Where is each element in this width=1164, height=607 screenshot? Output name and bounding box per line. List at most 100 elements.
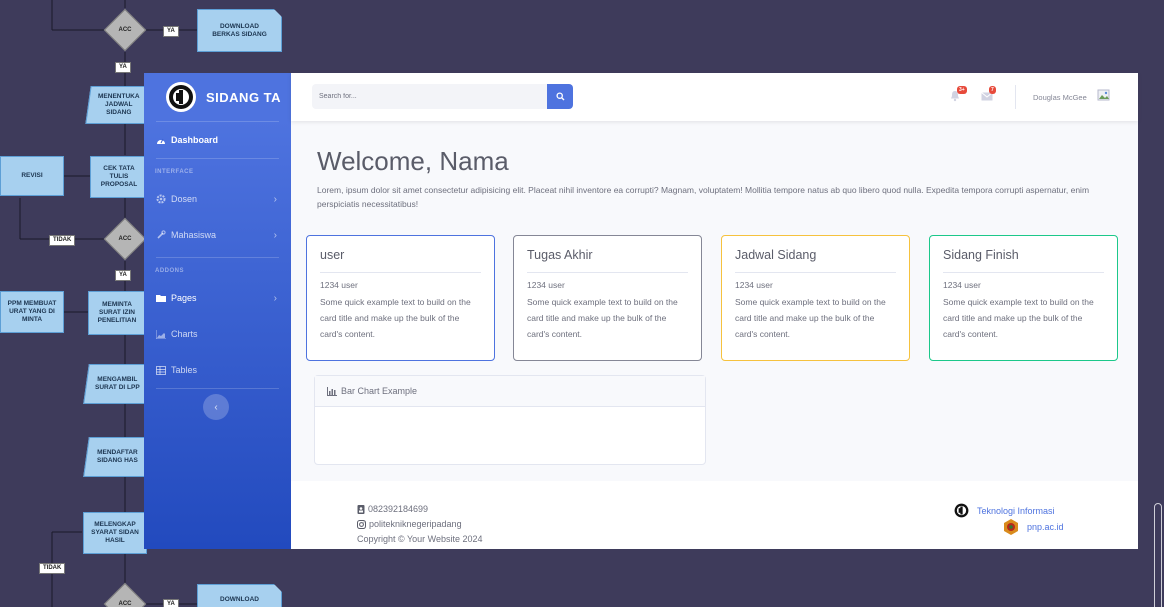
process-box: MENGAMBIL SURAT DI LPP: [83, 364, 151, 404]
pnp-logo-icon: [1004, 519, 1018, 535]
broken-image-icon: [1097, 89, 1110, 101]
sidebar-toggle-button[interactable]: ‹: [203, 394, 229, 420]
search-button[interactable]: [547, 84, 573, 109]
chevron-right-icon: ›: [273, 229, 277, 241]
table-icon: [155, 365, 166, 376]
stat-card-jadwal-sidang: Jadwal Sidang 1234 user Some quick examp…: [721, 235, 910, 361]
topbar: 3+ 7 Douglas McGee: [291, 73, 1138, 121]
footer-link-ti-text: Teknologi Informasi: [977, 505, 1055, 516]
avatar[interactable]: [1097, 87, 1115, 105]
card-title: Sidang Finish: [943, 248, 1104, 273]
process-label: MENDAFTAR SIDANG HAS: [96, 449, 138, 464]
footer-link-pnp-text: pnp.ac.id: [1027, 522, 1064, 532]
chart-card-header: Bar Chart Example: [315, 376, 705, 407]
wrench-icon: [155, 230, 166, 241]
process-box: REVISI: [0, 156, 64, 196]
card-text: Some quick example text to build on the …: [943, 297, 1094, 339]
sidebar-item-dashboard[interactable]: Dashboard: [144, 122, 291, 158]
address-book-icon: [357, 504, 365, 514]
user-name[interactable]: Douglas McGee: [1033, 93, 1087, 102]
footer-instagram[interactable]: politekniknegeripadang: [357, 519, 462, 529]
sidebar-item-dosen[interactable]: Dosen ›: [144, 181, 291, 217]
folder-icon: [155, 293, 166, 304]
card-text: Some quick example text to build on the …: [320, 297, 471, 339]
card-title: user: [320, 248, 481, 273]
sidebar-item-charts[interactable]: Charts: [144, 316, 291, 352]
card-text: Some quick example text to build on the …: [735, 297, 886, 339]
card-text: Some quick example text to build on the …: [527, 297, 678, 339]
cog-icon: [155, 194, 166, 205]
sidebar-item-label: Charts: [171, 329, 198, 339]
footer-link-pnp[interactable]: pnp.ac.id: [1003, 519, 1064, 535]
card-subtitle: 1234 user: [527, 280, 565, 290]
yes-tag: YA: [163, 26, 179, 37]
app-window: SIDANG TA Dashboard INTERFACE Dosen › Ma…: [144, 73, 1138, 549]
process-box: PPM MEMBUAT URAT YANG DI MINTA: [0, 291, 64, 333]
decision-label: ACC: [118, 236, 132, 242]
process-box: MENENTUKA JADWAL SIDANG: [85, 86, 153, 124]
content-wrapper: 3+ 7 Douglas McGee Welcome, Nama Lorem, …: [291, 73, 1138, 549]
alerts-badge: 3+: [957, 86, 967, 94]
process-box: CEK TATA TULIS PROPOSAL: [90, 156, 148, 198]
sidebar-item-pages[interactable]: Pages ›: [144, 280, 291, 316]
process-box: MELENGKAP SYARAT SIDAN HASIL: [83, 512, 147, 554]
sidebar-item-tables[interactable]: Tables: [144, 352, 291, 388]
sidebar-item-label: Dosen: [171, 194, 198, 204]
process-box: MENDAFTAR SIDANG HAS: [83, 437, 151, 477]
card-subtitle: 1234 user: [320, 280, 358, 290]
footer: 082392184699 politekniknegeripadang Copy…: [291, 481, 1138, 549]
stat-card-sidang-finish: Sidang Finish 1234 user Some quick examp…: [929, 235, 1118, 361]
brand-name: SIDANG TA: [206, 89, 282, 105]
card-title: Jadwal Sidang: [735, 248, 896, 273]
sidebar-brand[interactable]: SIDANG TA: [144, 73, 291, 121]
download-document: DOWNLOAD: [197, 584, 282, 607]
footer-link-ti[interactable]: Teknologi Informasi: [954, 503, 1055, 518]
sidebar-item-label: Mahasiswa: [171, 230, 217, 240]
alerts-dropdown[interactable]: 3+: [949, 86, 967, 105]
chart-area-icon: [155, 329, 166, 340]
messages-badge: 7: [989, 86, 996, 94]
card-title: Tugas Akhir: [527, 248, 688, 273]
sidebar-divider: [156, 388, 279, 389]
tachometer-icon: [155, 135, 166, 146]
instagram-icon: [357, 519, 366, 529]
stat-card-tugas-akhir: Tugas Akhir 1234 user Some quick example…: [513, 235, 702, 361]
decision-label: ACC: [118, 601, 132, 607]
sidebar-item-label: Tables: [171, 365, 198, 375]
footer-phone: 082392184699: [357, 504, 428, 514]
copyright-text: Copyright © Your Website 2024: [357, 534, 483, 544]
topbar-divider: [1015, 85, 1016, 109]
sidebar-heading-addons: ADDONS: [155, 268, 185, 274]
brand-logo-icon: [166, 82, 196, 112]
decision-label: ACC: [118, 27, 132, 33]
process-label: MENENTUKA JADWAL SIDANG: [98, 93, 140, 116]
yes-tag: YA: [115, 270, 131, 281]
chart-title: Bar Chart Example: [341, 386, 418, 396]
no-tag: TIDAK: [39, 563, 66, 574]
page-title: Welcome, Nama: [317, 146, 509, 176]
sidebar-item-mahasiswa[interactable]: Mahasiswa ›: [144, 217, 291, 253]
download-berkas-document: DOWNLOAD BERKAS SIDANG: [197, 9, 282, 52]
process-box: MEMINTA SURAT IZIN PENELITIAN: [88, 291, 146, 335]
chevron-left-icon: ‹: [214, 401, 218, 413]
sidebar-heading-interface: INTERFACE: [155, 169, 194, 175]
sidebar-item-label: Dashboard: [171, 135, 219, 145]
search-input[interactable]: [312, 84, 547, 109]
card-subtitle: 1234 user: [943, 280, 981, 290]
scroll-indicator[interactable]: [1154, 503, 1162, 607]
footer-copyright: Copyright © Your Website 2024: [357, 534, 483, 544]
university-logo-icon: [954, 503, 969, 518]
yes-tag: YA: [163, 599, 179, 607]
bar-chart-card: Bar Chart Example: [314, 375, 706, 465]
topbar-search: [312, 84, 573, 109]
yes-tag: YA: [115, 62, 131, 73]
card-subtitle: 1234 user: [735, 280, 773, 290]
footer-phone-text: 082392184699: [368, 504, 429, 514]
chevron-right-icon: ›: [273, 292, 277, 304]
sidebar-item-label: Pages: [171, 293, 197, 303]
stat-card-user: user 1234 user Some quick example text t…: [306, 235, 495, 361]
chart-bar-icon: [327, 386, 337, 396]
search-icon: [555, 92, 564, 101]
messages-dropdown[interactable]: 7: [981, 86, 999, 105]
intro-paragraph: Lorem, ipsum dolor sit amet consectetur …: [317, 185, 1090, 209]
